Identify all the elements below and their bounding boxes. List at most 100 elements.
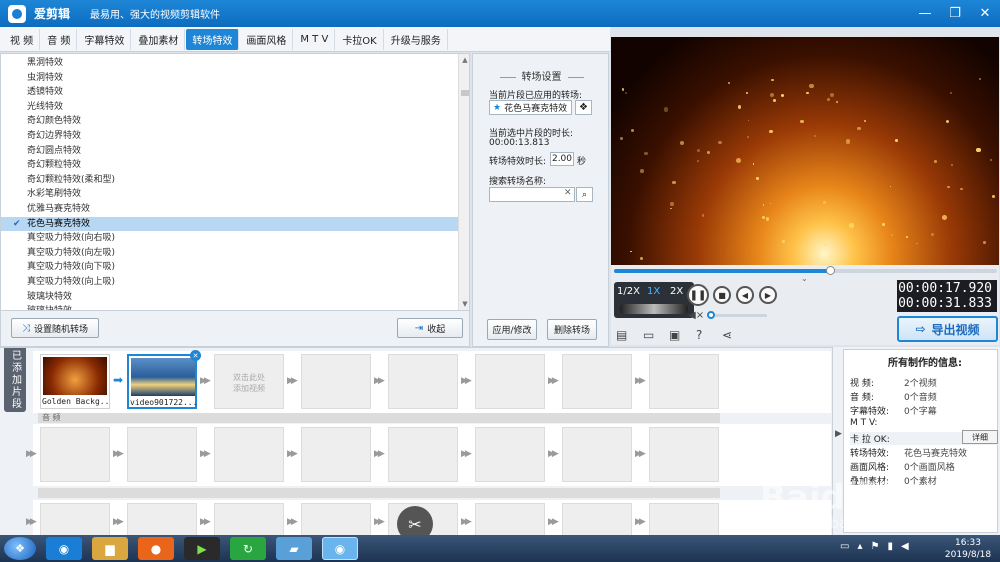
empty-clip-slot[interactable] <box>649 427 719 482</box>
collapse-button[interactable]: ⇥ 收起 <box>397 318 463 338</box>
help-icon[interactable]: ? <box>696 328 702 342</box>
keyboard-icon[interactable]: ▭ <box>840 541 849 552</box>
tab-karaoke[interactable]: 卡拉OK <box>336 28 384 50</box>
empty-clip-slot[interactable] <box>40 427 110 482</box>
close-button[interactable]: ✕ <box>970 0 1000 27</box>
tab-picture-style[interactable]: 画面风格 <box>240 28 294 50</box>
transition-list-item[interactable]: 黑洞特效 <box>1 56 458 71</box>
transition-preview-button[interactable]: ❖ <box>575 100 592 115</box>
taskbar-app-green[interactable]: ↻ <box>230 537 266 560</box>
new-project-icon[interactable]: ▤ <box>616 328 627 342</box>
empty-clip-slot[interactable] <box>40 503 110 535</box>
clear-search-icon[interactable]: ✕ <box>564 188 572 198</box>
search-button[interactable]: ⌕ <box>576 187 593 202</box>
tab-upgrade-service[interactable]: 升级与服务 <box>385 28 448 50</box>
export-video-button[interactable]: ⇨ 导出视频 <box>897 316 998 342</box>
stop-button[interactable]: ■ <box>713 286 731 304</box>
transition-list-item[interactable]: 透镜特效 <box>1 85 458 100</box>
start-button[interactable]: ❖ <box>4 537 36 560</box>
taskbar-app-player[interactable]: ▶ <box>184 537 220 560</box>
tab-transition-effects[interactable]: 转场特效 <box>186 28 240 50</box>
empty-clip-slot[interactable] <box>127 427 197 482</box>
volume-slider[interactable] <box>709 314 767 317</box>
transition-list-item[interactable]: 真空吸力特效(向上吸) <box>1 275 458 290</box>
video-preview[interactable] <box>611 37 999 265</box>
playback-progress-bar[interactable] <box>614 266 997 275</box>
tab-audio[interactable]: 音 频 <box>41 28 78 50</box>
next-frame-button[interactable]: ▶ <box>759 286 777 304</box>
flag-icon[interactable]: ⚑ <box>870 541 879 552</box>
transition-list-item[interactable]: 优雅马赛克特效 <box>1 202 458 217</box>
remove-clip-icon[interactable]: ✕ <box>190 350 201 361</box>
tray-arrow-icon[interactable]: ▴ <box>857 541 862 552</box>
empty-clip-slot[interactable] <box>475 503 545 535</box>
empty-clip-slot[interactable] <box>301 503 371 535</box>
empty-clip-slot[interactable] <box>301 427 371 482</box>
empty-clip-slot[interactable] <box>388 427 458 482</box>
previous-frame-button[interactable]: ◀ <box>736 286 754 304</box>
volume-icon[interactable]: ◀× <box>688 310 704 321</box>
transition-list-item[interactable]: 奇幻颜色特效 <box>1 114 458 129</box>
speaker-icon[interactable]: ◀ <box>901 541 909 552</box>
tab-mtv[interactable]: M T V <box>294 28 336 50</box>
transition-list-item[interactable]: 玻璃块特效 <box>1 304 458 310</box>
transition-list-item[interactable]: 水彩笔刷特效 <box>1 187 458 202</box>
minimize-button[interactable]: — <box>910 0 940 27</box>
speed-normal-option[interactable]: 1X <box>647 286 660 297</box>
taskbar-app-aijianji[interactable]: ◉ <box>322 537 358 560</box>
taskbar-app-firefox[interactable]: ● <box>138 537 174 560</box>
scroll-up-icon[interactable]: ▲ <box>459 54 469 66</box>
scroll-down-icon[interactable]: ▼ <box>459 298 469 310</box>
network-icon[interactable]: ▮ <box>887 541 893 552</box>
list-scrollbar[interactable]: ▲ ▼ <box>458 54 469 310</box>
taskbar-clock[interactable]: 16:33 2019/8/18 <box>940 537 996 561</box>
transition-list-item[interactable]: 奇幻颗粒特效 <box>1 158 458 173</box>
transition-list-item[interactable]: 奇幻颗粒特效(柔和型) <box>1 173 458 188</box>
empty-clip-slot[interactable]: 双击此处 添加视频 <box>214 354 284 409</box>
open-folder-icon[interactable]: ▭ <box>643 328 654 342</box>
empty-clip-slot[interactable] <box>475 354 545 409</box>
tab-overlay-material[interactable]: 叠加素材 <box>132 28 186 50</box>
maximize-button[interactable]: ❐ <box>940 0 970 27</box>
random-transition-button[interactable]: ⤨ 设置随机转场 <box>11 318 99 338</box>
scissors-icon[interactable]: ✂ <box>397 506 433 535</box>
timeline-clip[interactable]: Golden Backg... <box>40 354 110 409</box>
empty-clip-slot[interactable] <box>127 503 197 535</box>
empty-clip-slot[interactable] <box>475 427 545 482</box>
pause-button[interactable]: ❚❚ <box>687 284 709 306</box>
progress-knob[interactable] <box>826 266 835 275</box>
speed-half-option[interactable]: 1/2X <box>617 286 640 297</box>
collapse-panel-icon[interactable]: ▶ <box>835 429 842 439</box>
scroll-thumb[interactable] <box>461 90 469 96</box>
tab-subtitle-effects[interactable]: 字幕特效 <box>78 28 132 50</box>
save-icon[interactable]: ▣ <box>669 328 680 342</box>
speed-slider[interactable] <box>620 304 688 314</box>
empty-clip-slot[interactable] <box>562 354 632 409</box>
empty-clip-slot[interactable] <box>649 354 719 409</box>
transition-list-item[interactable]: 虫洞特效 <box>1 71 458 86</box>
transition-list-item[interactable]: 奇幻圆点特效 <box>1 144 458 159</box>
taskbar-app-media[interactable]: ◉ <box>46 537 82 560</box>
transition-list-item[interactable]: 奇幻边界特效 <box>1 129 458 144</box>
delete-transition-button[interactable]: 删除转场 <box>547 319 597 340</box>
effect-duration-input[interactable]: 2.00 <box>550 152 574 166</box>
transition-list-item[interactable]: 真空吸力特效(向右吸) <box>1 231 458 246</box>
empty-clip-slot[interactable] <box>649 503 719 535</box>
taskbar-app-notes[interactable]: ▰ <box>276 537 312 560</box>
empty-clip-slot[interactable] <box>214 503 284 535</box>
taskbar-app-explorer[interactable]: ▆ <box>92 537 128 560</box>
speed-double-option[interactable]: 2X <box>670 286 683 297</box>
transition-list-item[interactable]: 玻璃块特效 <box>1 290 458 305</box>
share-icon[interactable]: ⋖ <box>722 328 732 342</box>
transition-list-item[interactable]: ✔ 花色马赛克特效 <box>1 216 458 232</box>
empty-clip-slot[interactable] <box>214 427 284 482</box>
empty-clip-slot[interactable] <box>301 354 371 409</box>
apply-transition-button[interactable]: 应用/修改 <box>487 319 537 340</box>
volume-knob[interactable] <box>706 311 715 319</box>
empty-clip-slot[interactable] <box>562 427 632 482</box>
detail-button[interactable]: 详细 <box>962 430 998 444</box>
empty-clip-slot[interactable] <box>388 354 458 409</box>
transition-list-item[interactable]: 真空吸力特效(向下吸) <box>1 260 458 275</box>
added-clips-tab[interactable]: 已添加片段 <box>4 348 26 412</box>
search-transition-input[interactable] <box>489 187 575 202</box>
